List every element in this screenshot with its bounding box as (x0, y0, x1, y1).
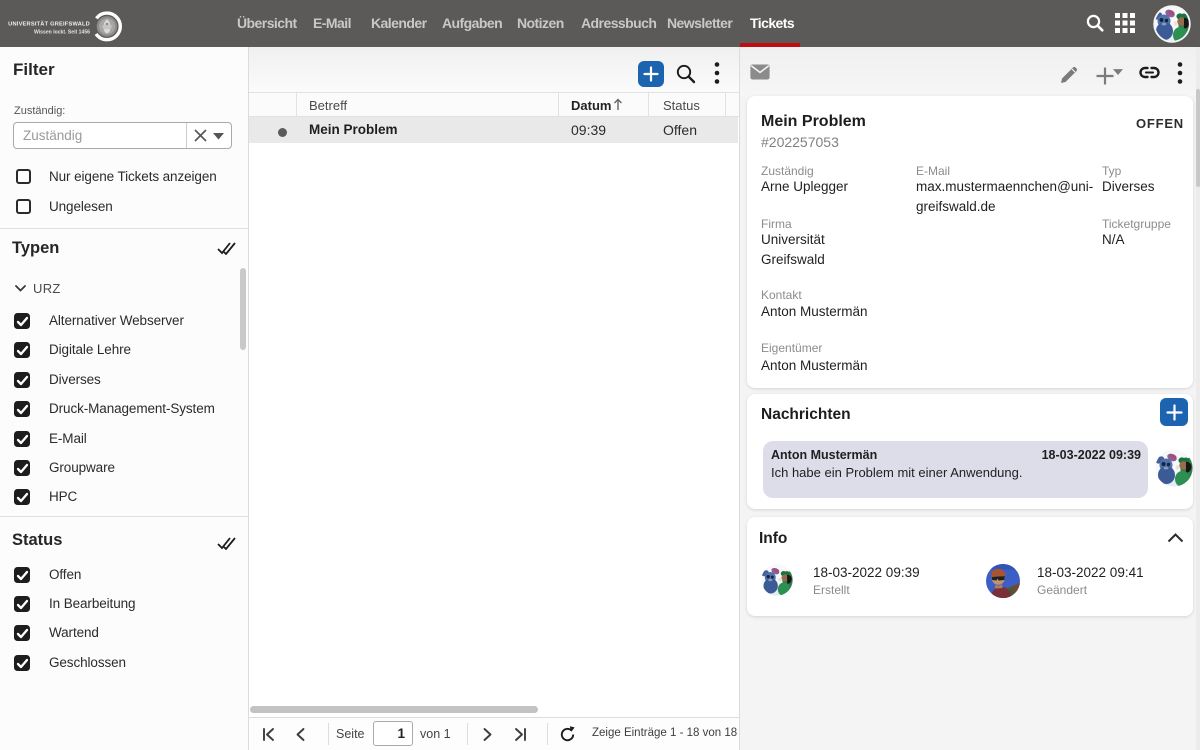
svg-text:UNIVERSITÄT GREIFSWALD: UNIVERSITÄT GREIFSWALD (8, 21, 90, 28)
svg-text:Wissen lockt. Seit 1456: Wissen lockt. Seit 1456 (34, 30, 90, 36)
